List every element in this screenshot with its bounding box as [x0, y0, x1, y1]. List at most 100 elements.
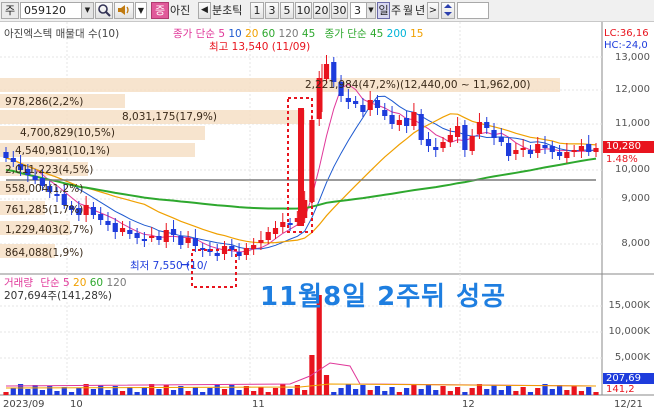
- volume-bar: [287, 389, 293, 395]
- candlestick: [593, 148, 599, 152]
- candlestick: [170, 229, 177, 235]
- volume-bar: [156, 389, 162, 395]
- candlestick: [105, 221, 111, 225]
- date-label-2023-09: 2023/09: [3, 399, 45, 410]
- volume-bar: [498, 390, 504, 395]
- candlestick: [578, 146, 585, 151]
- candlestick: [374, 100, 381, 108]
- candlestick: [10, 158, 16, 162]
- prev-arrow-icon[interactable]: ◀: [198, 2, 211, 19]
- vp-label-4: 4,540,981(10,1%): [15, 145, 110, 157]
- volume-bar: [90, 389, 97, 395]
- year-button[interactable]: 년: [415, 2, 425, 19]
- annotation-text: 11월8일 2주뒤 성공: [260, 282, 506, 312]
- candlestick: [535, 144, 541, 153]
- candlestick: [178, 236, 184, 245]
- volume-bar: [251, 391, 257, 395]
- count-input[interactable]: [457, 2, 489, 19]
- candlestick: [411, 112, 417, 126]
- volume-bar: [564, 390, 570, 395]
- volume-bar: [119, 391, 126, 395]
- next-arrow-icon[interactable]: >: [427, 2, 439, 19]
- volume-bar: [258, 387, 264, 395]
- candlestick: [134, 233, 140, 238]
- volume-bar: [185, 391, 191, 395]
- period-label[interactable]: 분초틱: [212, 2, 242, 19]
- candlestick: [462, 125, 468, 150]
- week-button[interactable]: 주: [391, 2, 401, 19]
- chevron-down-icon[interactable]: ▼: [366, 3, 375, 18]
- ma-legend-10: 10: [228, 28, 242, 40]
- volume-axis-5000k: 5,000K: [614, 352, 650, 363]
- volume-bar: [294, 385, 300, 395]
- candlestick: [433, 147, 439, 150]
- current-pct-label: 1.48%: [606, 154, 638, 165]
- vp-label-7: 761,285(1,7%): [5, 204, 84, 216]
- ma-legend-120: 120: [278, 28, 299, 40]
- volume-bar: [192, 387, 198, 395]
- interval-1[interactable]: 1: [250, 2, 264, 19]
- candlestick: [367, 100, 373, 110]
- volume-bar: [221, 389, 228, 395]
- volume-bar: [338, 388, 344, 395]
- candlestick: [396, 120, 402, 125]
- vp-label-1: 978,286(2,2%): [5, 96, 84, 108]
- interval-select[interactable]: 3 ▼: [350, 2, 376, 19]
- volume-bar: [3, 392, 9, 395]
- interval-10[interactable]: 10: [295, 2, 312, 19]
- interval-5[interactable]: 5: [280, 2, 294, 19]
- market-select[interactable]: 주: [1, 2, 19, 19]
- volume-bar: [527, 392, 534, 395]
- ma-legend-5: 5: [218, 28, 226, 40]
- volume-ma-60: 60: [89, 277, 104, 289]
- month-button[interactable]: 월: [403, 2, 413, 19]
- chevron-down-icon[interactable]: ▼: [81, 3, 93, 18]
- volume-bar: [265, 392, 271, 395]
- vp-label-6: 558,004(1,2%): [5, 183, 84, 195]
- volume-bar: [54, 391, 60, 395]
- volume-bar: [396, 392, 402, 395]
- ma-legend-label-2: 종가 단순: [324, 28, 367, 40]
- stock-badge: 증: [151, 2, 169, 19]
- volume-bar: [170, 390, 177, 395]
- volume-bar: [127, 387, 133, 395]
- ma-legend: 종가 단순 5 10 20 60 120 45 종가 단순 45 200 15: [173, 28, 423, 40]
- volume-bar: [39, 390, 46, 395]
- volume-bar: [411, 384, 417, 395]
- volume-bar: [141, 388, 147, 395]
- volume-bar: [214, 384, 220, 395]
- volume-bar: [229, 385, 235, 395]
- volume-bar: [586, 387, 592, 395]
- day-button[interactable]: 일: [377, 2, 390, 19]
- candlestick: [520, 148, 526, 150]
- interval-3[interactable]: 3: [265, 2, 279, 19]
- volume-bar: [76, 388, 82, 395]
- candlestick: [243, 248, 249, 255]
- ma-legend-20: 20: [245, 28, 259, 40]
- candlestick: [3, 152, 9, 158]
- volume-bar: [134, 392, 140, 395]
- candlestick: [90, 207, 97, 215]
- candlestick: [149, 236, 155, 238]
- candlestick: [469, 136, 475, 151]
- updown-arrows-icon[interactable]: [441, 2, 455, 19]
- candlestick: [382, 110, 388, 116]
- volume-bar: [353, 389, 359, 395]
- ma-legend-label: 종가 단순: [173, 28, 215, 40]
- candlestick: [360, 105, 366, 112]
- volume-bar: [476, 384, 483, 395]
- volume-bar: [491, 385, 497, 395]
- price-axis-12000: 12,000: [615, 84, 650, 95]
- stock-code-field[interactable]: 059120 ▼: [20, 2, 94, 19]
- magnifier-icon[interactable]: [95, 2, 113, 19]
- chevron-down-icon[interactable]: ▼: [135, 2, 147, 19]
- volume-bar: [433, 390, 439, 395]
- ma-legend-45a: 45: [301, 28, 316, 40]
- candlestick: [549, 146, 555, 152]
- candlestick: [353, 101, 359, 104]
- interval-20[interactable]: 20: [313, 2, 330, 19]
- hc-value: HC:-24,0: [604, 40, 648, 51]
- speaker-icon[interactable]: [114, 2, 134, 19]
- interval-30[interactable]: 30: [331, 2, 348, 19]
- volume-value: 207,694주(141,28%): [4, 290, 112, 302]
